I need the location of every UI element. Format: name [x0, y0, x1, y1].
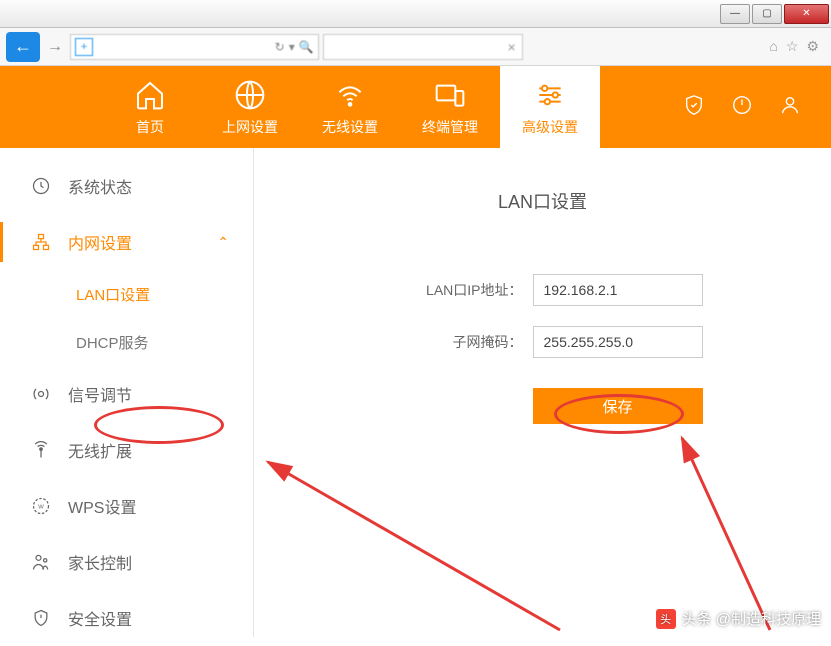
sidebar-item-signal[interactable]: 信号调节	[0, 366, 253, 422]
watermark-text: 头条 @制造科技原理	[682, 608, 821, 629]
sidebar-sub-lan-port[interactable]: LAN口设置	[0, 270, 253, 318]
sidebar-label: 安全设置	[68, 606, 132, 630]
addr-plus-icon: +	[75, 38, 93, 56]
home-icon[interactable]: ⌂	[769, 38, 777, 55]
browser-forward-button[interactable]: →	[44, 32, 66, 62]
globe-icon	[234, 77, 266, 113]
sidebar-item-security[interactable]: 安全设置	[0, 590, 253, 646]
nav-internet[interactable]: 上网设置	[200, 66, 300, 148]
gear-icon[interactable]: ⚙	[806, 38, 819, 55]
shield-icon[interactable]	[683, 94, 705, 121]
sidebar-label: 内网设置	[68, 230, 132, 254]
nav-label: 无线设置	[322, 117, 378, 137]
signal-icon	[30, 383, 52, 405]
wifi-icon	[334, 77, 366, 113]
nav-advanced[interactable]: 高级设置	[500, 66, 600, 148]
network-icon	[30, 231, 52, 253]
address-bar[interactable]: + ↻ ▾ 🔍	[70, 34, 319, 60]
sidebar-label: WPS设置	[68, 494, 136, 518]
nav-devices[interactable]: 终端管理	[400, 66, 500, 148]
watermark-logo-icon: 头	[656, 609, 676, 629]
svg-text:W: W	[38, 505, 44, 511]
wps-icon: W	[30, 495, 52, 517]
window-titlebar: — ▢ ✕	[0, 0, 831, 28]
sidebar-label: 家长控制	[68, 550, 132, 574]
sidebar-label: 系统状态	[68, 174, 132, 198]
power-icon[interactable]	[731, 94, 753, 121]
sidebar-item-status[interactable]: 系统状态	[0, 158, 253, 214]
sidebar-item-lan[interactable]: 内网设置 ⌃	[0, 214, 253, 270]
watermark: 头 头条 @制造科技原理	[656, 608, 821, 629]
sidebar-item-wireless-ext[interactable]: 无线扩展	[0, 422, 253, 478]
top-navigation: 首页 上网设置 无线设置 终端管理 高级设置	[0, 66, 831, 148]
browser-back-button[interactable]: ←	[6, 32, 40, 62]
content-panel: LAN口设置 LAN口IP地址： 子网掩码： 保存	[254, 148, 831, 637]
subnet-mask-input[interactable]	[533, 326, 703, 358]
nav-wireless[interactable]: 无线设置	[300, 66, 400, 148]
save-button[interactable]: 保存	[533, 388, 703, 424]
page-title: LAN口设置	[314, 188, 771, 214]
sidebar-item-wps[interactable]: W WPS设置	[0, 478, 253, 534]
sliders-icon	[534, 77, 566, 113]
window-close-button[interactable]: ✕	[784, 4, 829, 24]
user-icon[interactable]	[779, 94, 801, 121]
browser-tab[interactable]: ×	[323, 34, 523, 60]
sidebar-label: 无线扩展	[68, 438, 132, 462]
browser-right-icons: ⌂ ☆ ⚙	[769, 38, 825, 55]
window-maximize-button[interactable]: ▢	[752, 4, 782, 24]
chevron-up-icon: ⌃	[217, 234, 229, 251]
nav-label: 上网设置	[222, 117, 278, 137]
browser-toolbar: ← → + ↻ ▾ 🔍 × ⌂ ☆ ⚙	[0, 28, 831, 66]
star-icon[interactable]: ☆	[786, 38, 799, 55]
sidebar-label: 信号调节	[68, 382, 132, 406]
sidebar-sub-label: LAN口设置	[76, 284, 150, 305]
parental-icon	[30, 551, 52, 573]
tab-close-icon[interactable]: ×	[508, 39, 516, 55]
home-icon	[134, 77, 166, 113]
refresh-icon[interactable]: ↻	[275, 40, 285, 54]
nav-label: 首页	[136, 117, 164, 137]
shield-icon	[30, 607, 52, 629]
sidebar-item-parental[interactable]: 家长控制	[0, 534, 253, 590]
window-minimize-button[interactable]: —	[720, 4, 750, 24]
clock-icon	[30, 175, 52, 197]
sidebar-sub-label: DHCP服务	[76, 332, 149, 353]
devices-icon	[434, 77, 466, 113]
ip-label: LAN口IP地址：	[383, 280, 523, 300]
sidebar: 系统状态 内网设置 ⌃ LAN口设置 DHCP服务 信号调节 无线扩展 W WP…	[0, 148, 254, 637]
top-right-icons	[683, 66, 831, 148]
mask-label: 子网掩码：	[383, 332, 523, 352]
nav-label: 终端管理	[422, 117, 478, 137]
nav-home[interactable]: 首页	[100, 66, 200, 148]
nav-label: 高级设置	[522, 117, 578, 137]
sidebar-sub-dhcp[interactable]: DHCP服务	[0, 318, 253, 366]
lan-ip-input[interactable]	[533, 274, 703, 306]
search-icon[interactable]: 🔍	[299, 40, 314, 54]
antenna-icon	[30, 439, 52, 461]
